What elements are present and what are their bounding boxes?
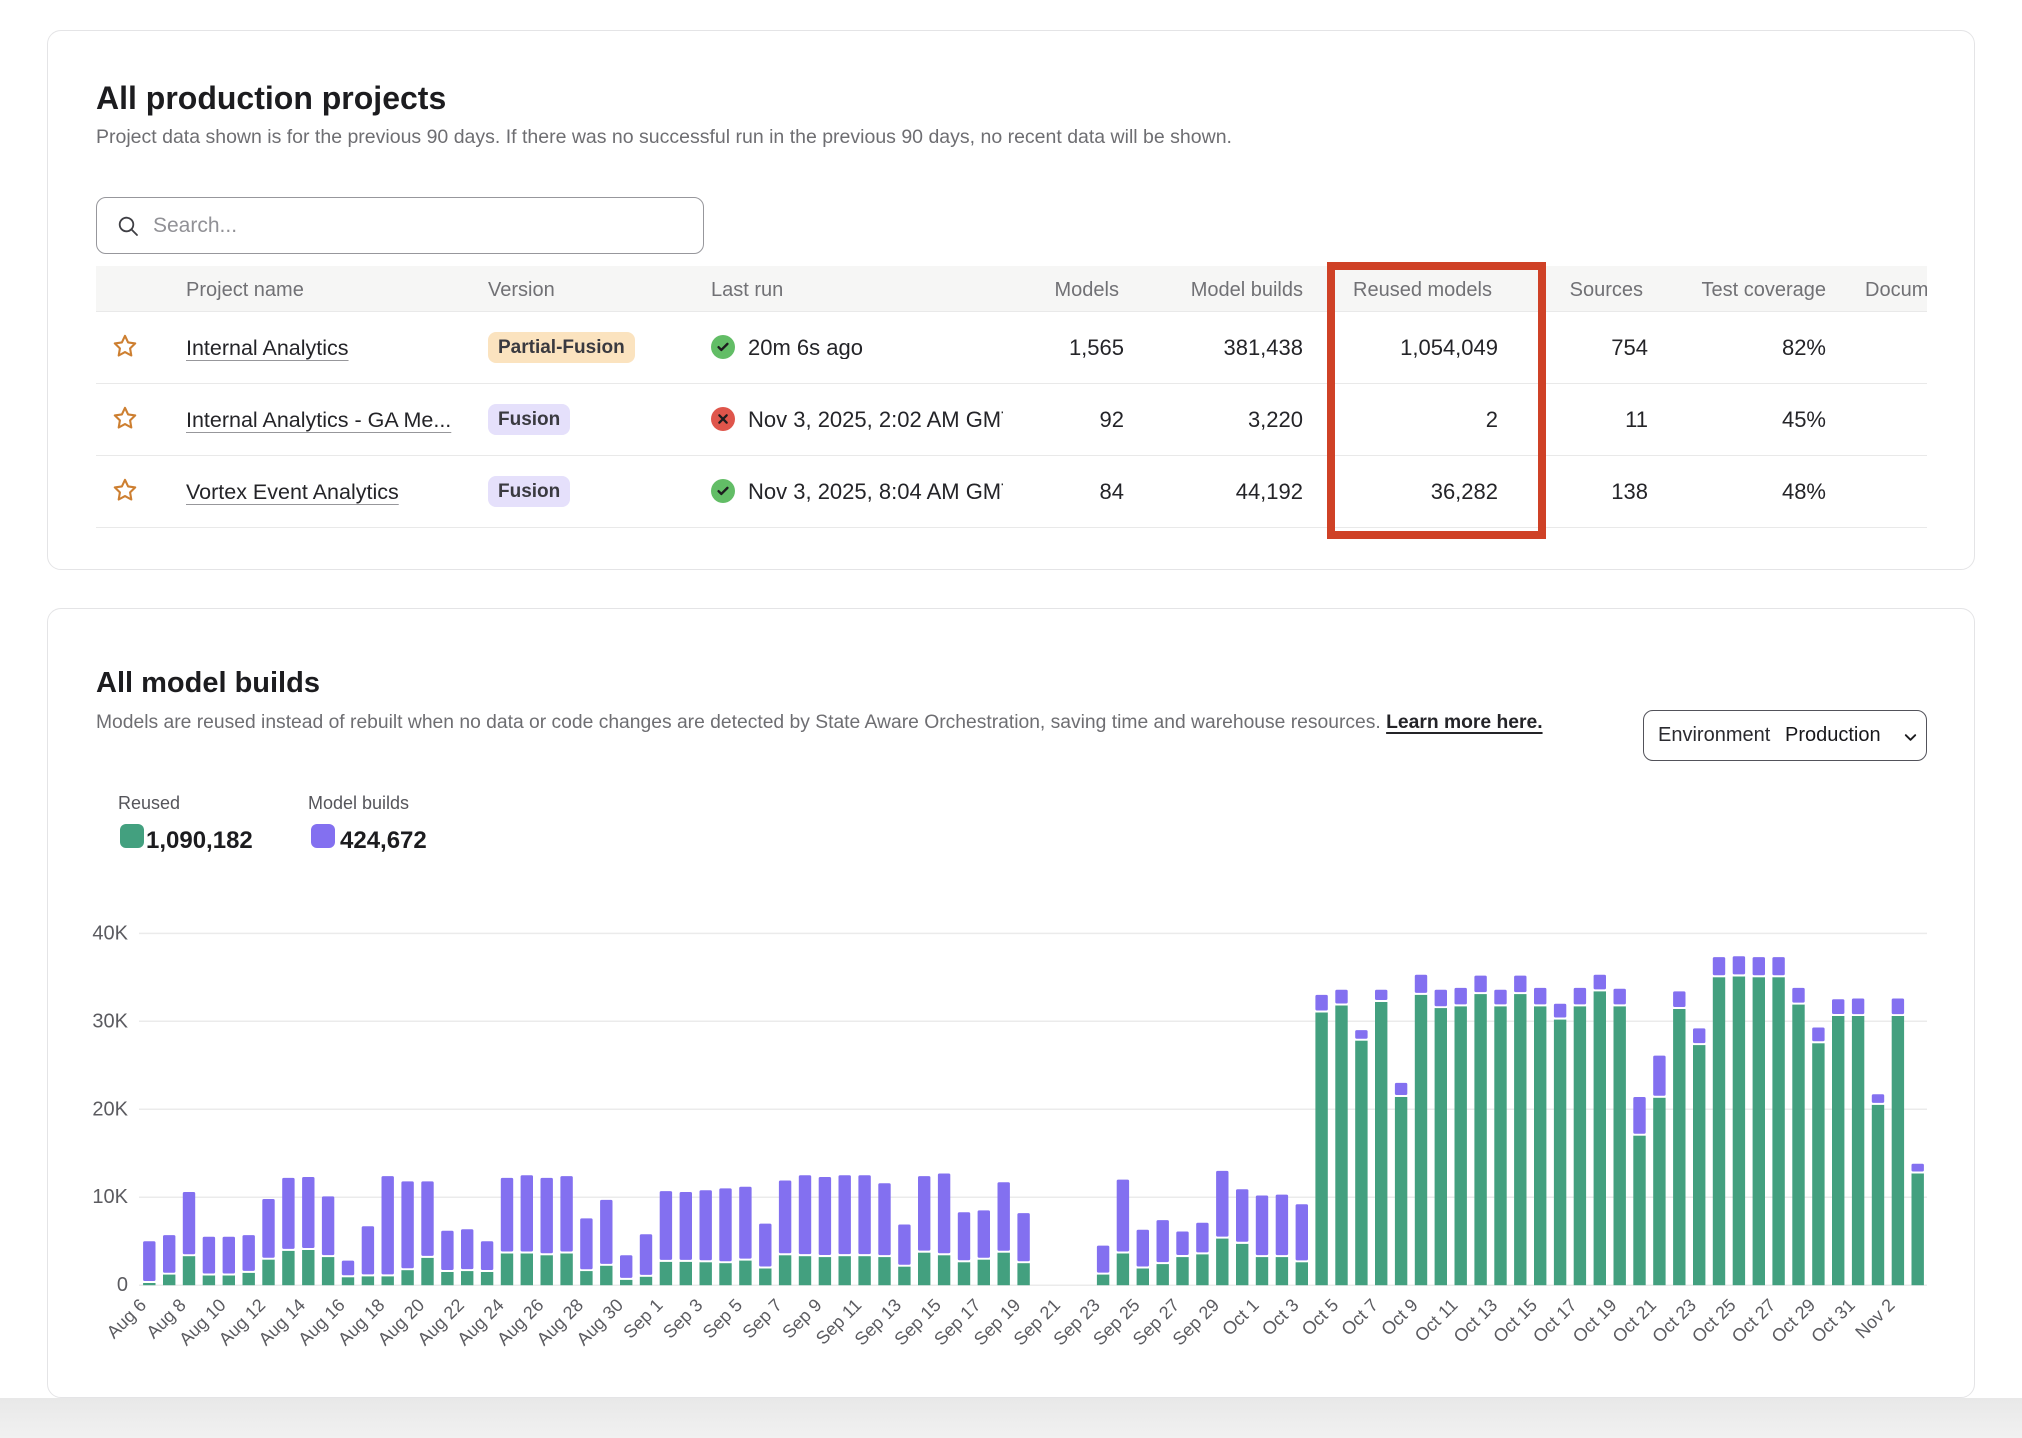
svg-text:Oct 13: Oct 13 <box>1450 1295 1502 1347</box>
svg-text:Oct 27: Oct 27 <box>1728 1295 1780 1347</box>
svg-text:Oct 31: Oct 31 <box>1807 1295 1859 1347</box>
svg-text:Oct 21: Oct 21 <box>1609 1295 1661 1347</box>
svg-text:Oct 5: Oct 5 <box>1298 1295 1343 1340</box>
svg-text:Sep 7: Sep 7 <box>739 1295 786 1342</box>
svg-text:Oct 1: Oct 1 <box>1218 1295 1263 1340</box>
svg-text:Nov 2: Nov 2 <box>1851 1295 1898 1342</box>
svg-text:30K: 30K <box>92 1010 128 1032</box>
svg-text:Oct 19: Oct 19 <box>1569 1295 1621 1347</box>
svg-text:Sep 1: Sep 1 <box>619 1295 666 1342</box>
svg-text:20K: 20K <box>92 1098 128 1120</box>
svg-text:Oct 29: Oct 29 <box>1768 1295 1820 1347</box>
svg-text:0: 0 <box>117 1274 128 1296</box>
svg-text:Oct 23: Oct 23 <box>1648 1295 1700 1347</box>
svg-text:Oct 17: Oct 17 <box>1529 1295 1581 1347</box>
svg-text:Oct 3: Oct 3 <box>1258 1295 1303 1340</box>
svg-text:Sep 5: Sep 5 <box>699 1295 746 1342</box>
svg-text:Oct 15: Oct 15 <box>1489 1295 1541 1347</box>
svg-text:10K: 10K <box>92 1186 128 1208</box>
svg-text:Oct 25: Oct 25 <box>1688 1295 1740 1347</box>
svg-text:40K: 40K <box>92 922 128 944</box>
svg-text:Sep 3: Sep 3 <box>659 1295 706 1342</box>
svg-text:Aug 6: Aug 6 <box>103 1295 150 1342</box>
svg-text:Oct 7: Oct 7 <box>1337 1295 1382 1340</box>
